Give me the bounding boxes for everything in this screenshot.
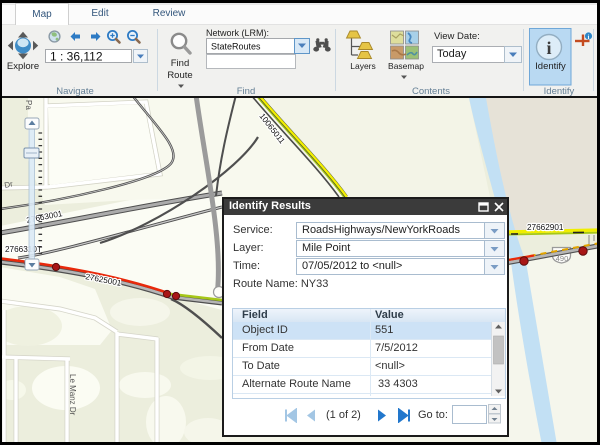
- svg-text:Pa: Pa: [24, 100, 33, 110]
- svg-text:490: 490: [556, 254, 569, 263]
- svg-text:Le Manz Dr: Le Manz Dr: [68, 374, 77, 416]
- svg-text:1 : 36,112: 1 : 36,112: [50, 50, 103, 64]
- svg-text:27662901: 27662901: [527, 223, 564, 232]
- svg-text:i: i: [588, 34, 590, 41]
- svg-text:2766310T: 2766310T: [5, 245, 42, 254]
- svg-text:StateRoutes: StateRoutes: [211, 42, 261, 52]
- svg-text:i: i: [546, 38, 551, 58]
